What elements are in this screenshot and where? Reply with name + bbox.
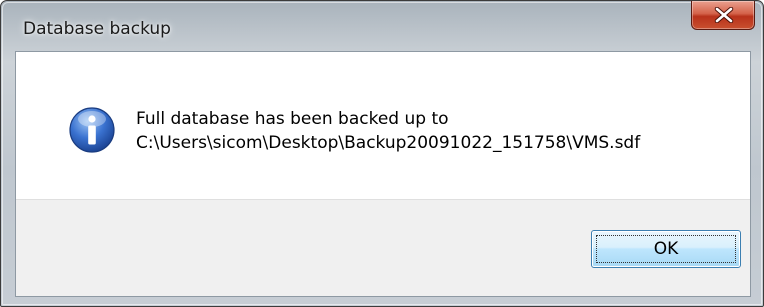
message-area: Full database has been backed up to C:\U… — [16, 52, 750, 202]
ok-button[interactable]: OK — [591, 230, 741, 268]
message-text: Full database has been backed up to C:\U… — [136, 107, 640, 155]
message-line-1: Full database has been backed up to — [136, 109, 449, 129]
dialog-client-area: Full database has been backed up to C:\U… — [15, 51, 751, 297]
window-title: Database backup — [23, 19, 171, 39]
title-bar[interactable]: Database backup — [1, 1, 763, 51]
message-line-2-path: C:\Users\sicom\Desktop\Backup20091022_15… — [136, 133, 641, 153]
close-x-icon — [714, 7, 734, 23]
ok-button-label: OK — [653, 239, 679, 259]
dialog-window: Database backup Full database has been b… — [0, 0, 764, 307]
information-icon — [69, 107, 115, 153]
close-button[interactable] — [691, 1, 755, 30]
button-bar: OK — [16, 199, 750, 296]
